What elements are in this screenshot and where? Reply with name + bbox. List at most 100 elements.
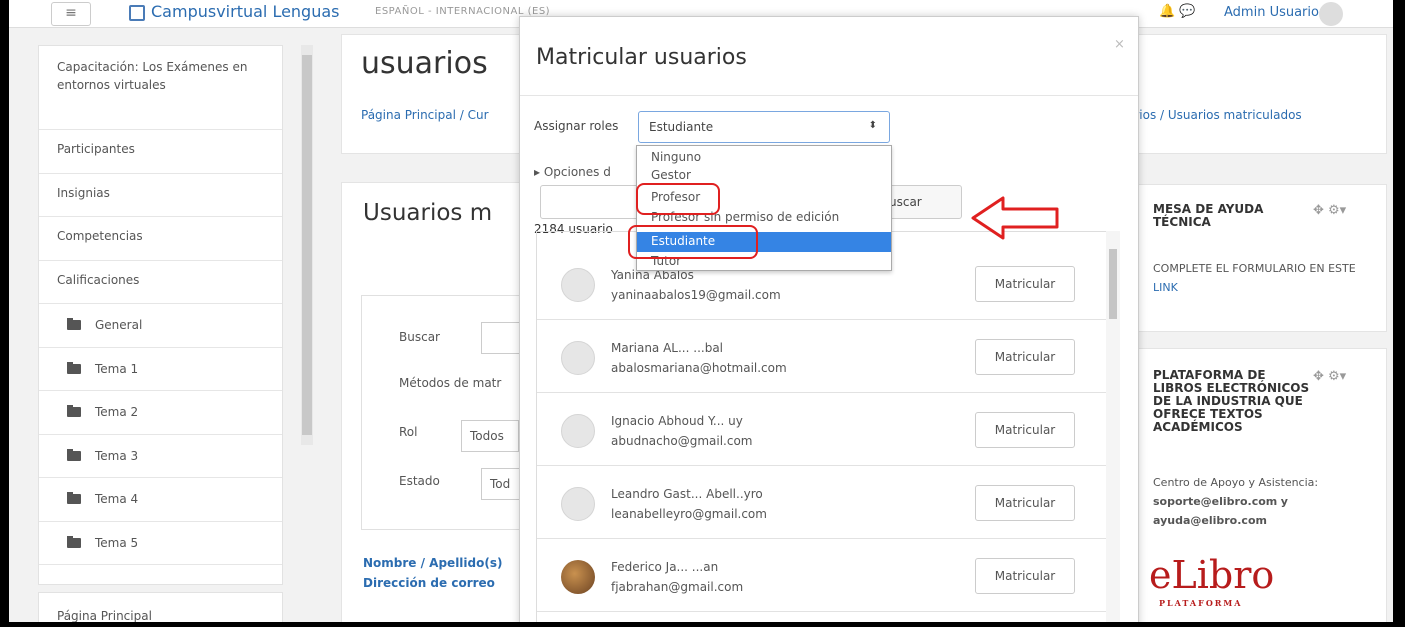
breadcrumb-end[interactable]: arios / Usuarios matriculados: [1127, 108, 1302, 122]
modal-title: Matricular usuarios: [536, 45, 747, 70]
user-email: fjabrahan@gmail.com: [611, 580, 744, 594]
enrol-button[interactable]: Matricular: [975, 485, 1075, 521]
breadcrumb[interactable]: Página Principal / Cur: [361, 108, 489, 122]
block-move-icon[interactable]: ✥ ⚙▾: [1313, 369, 1346, 384]
user-list: Yanina Abalos yaninaabalos19@gmail.com M…: [536, 231, 1118, 622]
sidebar-item-label: Tema 5: [95, 535, 139, 550]
assign-roles-label: Assignar roles: [534, 119, 619, 133]
sidebar-item-label: Tema 2: [95, 405, 139, 420]
section-title: Usuarios m: [363, 200, 493, 226]
folder-icon: [67, 448, 81, 461]
user-menu[interactable]: Admin Usuario: [1224, 5, 1319, 20]
support-text: Centro de Apoyo y Asistencia: soporte@el…: [1153, 473, 1383, 530]
sidebar-scrollbar[interactable]: [301, 45, 313, 445]
divider: [520, 95, 1138, 96]
role-select-value: Estudiante: [649, 120, 714, 134]
folder-icon: [67, 535, 81, 548]
chevron-down-icon: ⬍: [868, 120, 877, 131]
role-option-none[interactable]: Ninguno: [637, 148, 891, 168]
block-move-icon[interactable]: ✥ ⚙▾: [1313, 203, 1346, 218]
help-email[interactable]: ayuda@elibro.com: [1153, 514, 1267, 527]
list-scrollbar[interactable]: [1106, 231, 1120, 622]
hamburger-icon[interactable]: ≡: [51, 2, 91, 26]
enrol-button[interactable]: Matricular: [975, 558, 1075, 594]
sort-name-link[interactable]: Nombre / Apellido(s): [363, 556, 502, 570]
folder-icon: [67, 318, 81, 331]
avatar: [561, 268, 595, 302]
sidebar-item-tema3[interactable]: Tema 3: [39, 435, 282, 478]
list-item: Mariana AL... ...bal abalosmariana@hotma…: [537, 321, 1117, 393]
user-email: abudnacho@gmail.com: [611, 434, 753, 448]
enrol-button[interactable]: Matricular: [975, 339, 1075, 375]
sidebar-item-tema1[interactable]: Tema 1: [39, 348, 282, 391]
sidebar-item-general[interactable]: General: [39, 304, 282, 348]
sidebar-item-badges[interactable]: Insignias: [39, 174, 282, 217]
course-nav-sidebar: Capacitación: Los Exámenes en entornos v…: [38, 45, 283, 585]
elibro-logo[interactable]: eLibro: [1149, 556, 1274, 594]
role-filter-select[interactable]: Todos: [461, 420, 519, 452]
sidebar-item-competencies[interactable]: Competencias: [39, 217, 282, 261]
user-email: abalosmariana@hotmail.com: [611, 361, 787, 375]
enrol-button[interactable]: Matricular: [975, 412, 1075, 448]
scrollbar-thumb[interactable]: [1109, 249, 1117, 319]
support-email[interactable]: soporte@elibro.com: [1153, 495, 1277, 508]
folder-icon: [67, 405, 81, 418]
highlight-profesor: [636, 183, 720, 215]
options-label: Opciones d: [543, 165, 611, 179]
user-name: Leandro Gast... Abell..yro: [611, 487, 763, 501]
list-item: Ignacio Abhoud Y... uy abudnacho@gmail.c…: [537, 394, 1117, 466]
avatar: [561, 560, 595, 594]
page-title: usuarios: [361, 46, 488, 81]
avatar: [561, 341, 595, 375]
sidebar-item-home[interactable]: Página Principal: [38, 592, 283, 622]
support-label: Centro de Apoyo y Asistencia:: [1153, 476, 1319, 489]
sidebar-item-label: General: [95, 318, 143, 333]
sidebar-item-tema2[interactable]: Tema 2: [39, 391, 282, 435]
sidebar-item-tema5[interactable]: Tema 5: [39, 522, 282, 565]
user-name: Mariana AL... ...bal: [611, 341, 724, 355]
help-text: COMPLETE EL FORMULARIO EN ESTE LINK: [1153, 259, 1373, 297]
close-icon[interactable]: ×: [1114, 37, 1125, 52]
sidebar-item-label: Tema 4: [95, 492, 139, 507]
site-logo-icon: [129, 5, 145, 21]
user-name: Ignacio Abhoud Y... uy: [611, 414, 743, 428]
elibro-logo-sub: PLATAFORMA: [1159, 598, 1243, 608]
role-select[interactable]: Estudiante ⬍: [638, 111, 890, 143]
help-link[interactable]: LINK: [1153, 281, 1178, 294]
search-input[interactable]: [481, 322, 521, 354]
scrollbar-thumb[interactable]: [302, 55, 312, 435]
list-item: Leandro Gast... Abell..yro leanabelleyro…: [537, 467, 1117, 539]
sort-email-link[interactable]: Dirección de correo: [363, 576, 495, 590]
user-email: leanabelleyro@gmail.com: [611, 507, 767, 521]
enrol-users-modal: Matricular usuarios × Assignar roles Est…: [519, 16, 1139, 622]
list-item: Federico Ja... ...an fjabrahan@gmail.com…: [537, 540, 1117, 612]
sidebar-item-tema4[interactable]: Tema 4: [39, 478, 282, 522]
sidebar-item-label: Tema 3: [95, 448, 139, 463]
user-email: yaninaabalos19@gmail.com: [611, 288, 781, 302]
sidebar-item-participants[interactable]: Participantes: [39, 130, 282, 174]
sidebar-item-grades[interactable]: Calificaciones: [39, 261, 282, 304]
sidebar-item-course[interactable]: Capacitación: Los Exámenes en entornos v…: [39, 46, 282, 130]
search-label: Buscar: [399, 330, 440, 344]
methods-label: Métodos de matr: [399, 376, 502, 390]
site-name[interactable]: Campusvirtual Lenguas: [151, 2, 340, 21]
sidebar-item-label: Tema 1: [95, 361, 139, 376]
notification-icon[interactable]: 🔔 💬: [1159, 4, 1196, 19]
options-toggle[interactable]: ▸ Opciones d: [534, 165, 611, 179]
folder-icon: [67, 492, 81, 505]
browser-frame: ≡ Campusvirtual Lenguas ESPAÑOL - INTERN…: [9, 0, 1393, 622]
avatar: [561, 487, 595, 521]
support-and: y: [1280, 495, 1288, 508]
help-block: MESA DE AYUDA TÉCNICA ✥ ⚙▾ COMPLETE EL F…: [1132, 184, 1387, 332]
block-title: PLATAFORMA DE LIBROS ELECTRÓNICOS DE LA …: [1153, 368, 1310, 434]
role-label: Rol: [399, 425, 418, 439]
state-label: Estado: [399, 474, 440, 488]
state-filter-select[interactable]: Tod: [481, 468, 521, 500]
enrol-button[interactable]: Matricular: [975, 266, 1075, 302]
highlight-estudiante: [628, 225, 758, 259]
folder-icon: [67, 361, 81, 374]
annotation-arrow-icon: [971, 196, 1059, 240]
avatar: [561, 414, 595, 448]
user-name: Federico Ja... ...an: [611, 560, 719, 574]
avatar[interactable]: [1319, 2, 1343, 26]
